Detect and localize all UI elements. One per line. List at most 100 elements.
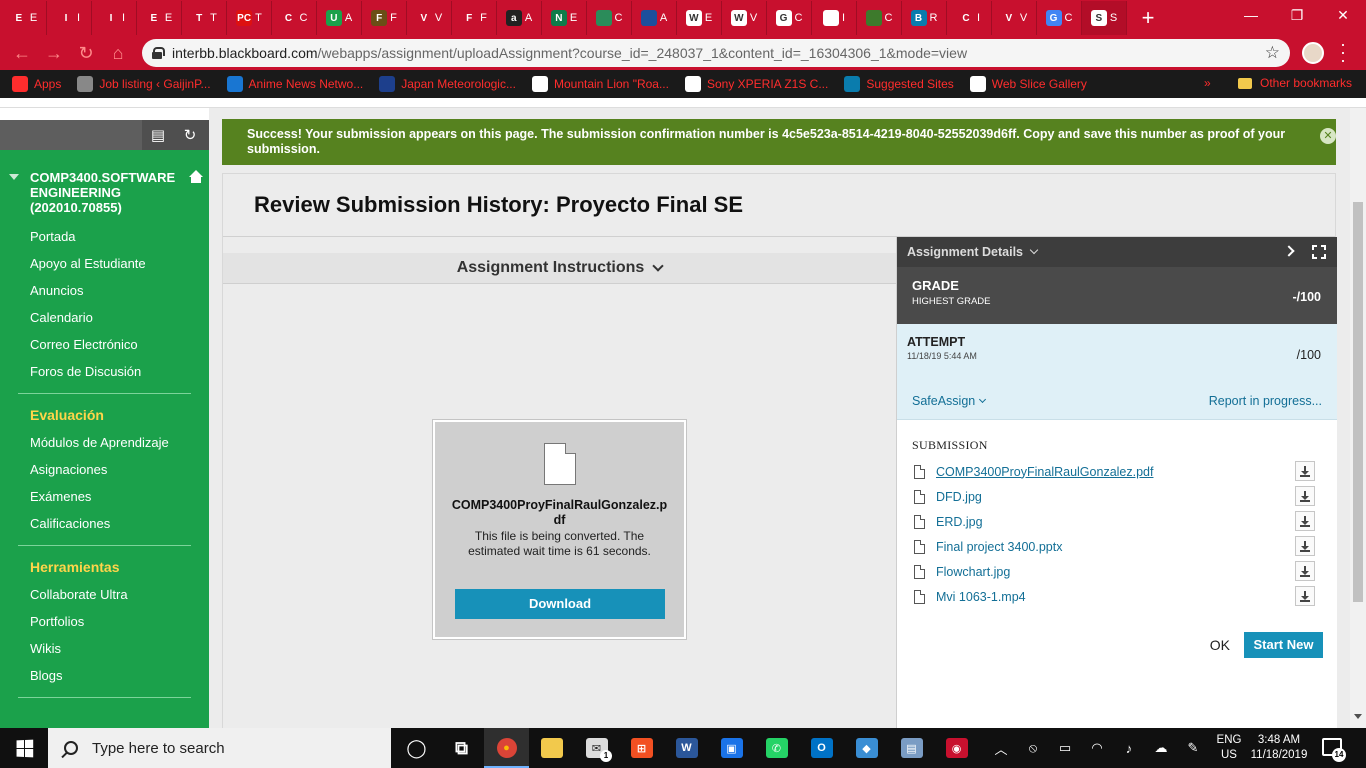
browser-tab[interactable]: II (47, 1, 92, 35)
new-tab-button[interactable]: + (1133, 3, 1163, 33)
submission-file-link[interactable]: DFD.jpg (936, 490, 982, 504)
taskbar-app-button[interactable]: ◆ (844, 728, 889, 768)
sidebar-menu-item[interactable]: Anuncios (0, 277, 209, 304)
chrome-menu-icon[interactable]: · · · (1340, 35, 1346, 69)
restore-button[interactable]: ❐ (1274, 0, 1320, 30)
report-status-link[interactable]: Report in progress... (1209, 394, 1322, 408)
browser-tab[interactable]: NE (542, 1, 587, 35)
start-button[interactable] (0, 728, 48, 768)
taskbar-app-button[interactable]: ⧉ (439, 728, 484, 768)
bookmark-item[interactable]: Sony XPERIA Z1S C... (684, 76, 828, 92)
browser-tab[interactable]: GC (767, 1, 812, 35)
browser-tab[interactable]: VV (992, 1, 1037, 35)
course-title-block[interactable]: COMP3400.SOFTWARE ENGINEERING (202010.70… (0, 150, 209, 215)
bookmark-item[interactable]: Mountain Lion "Roa... (531, 76, 669, 92)
section-heading-evaluacion[interactable]: Evaluación (0, 402, 209, 429)
file-download-button[interactable] (1295, 536, 1315, 556)
browser-tab[interactable]: SS (1082, 1, 1127, 35)
expand-icon[interactable] (1312, 245, 1326, 259)
browser-tab[interactable]: FF (452, 1, 497, 35)
folder-view-icon[interactable]: ▤ (142, 120, 174, 150)
taskbar-app-button[interactable]: ▤ (889, 728, 934, 768)
sidebar-menu-item[interactable]: Wikis (0, 635, 209, 662)
browser-tab[interactable]: GC (1037, 1, 1082, 35)
forward-icon[interactable]: → (38, 38, 70, 68)
browser-tab[interactable]: aA (497, 1, 542, 35)
browser-tab[interactable]: TT (182, 1, 227, 35)
back-icon[interactable]: ← (6, 38, 38, 68)
submission-file-link[interactable]: Flowchart.jpg (936, 565, 1010, 579)
bookmark-item[interactable]: Japan Meteorologic... (379, 76, 516, 92)
network-off-icon[interactable]: ⦸ (1017, 740, 1049, 756)
taskbar-app-button[interactable] (529, 728, 574, 768)
file-download-button[interactable] (1295, 461, 1315, 481)
bookmark-item[interactable]: Anime News Netwo... (226, 76, 363, 92)
sidebar-menu-item[interactable]: Portada (0, 223, 209, 250)
sidebar-menu-item[interactable]: Exámenes (0, 483, 209, 510)
browser-tab[interactable]: UA (317, 1, 362, 35)
sidebar-menu-item[interactable]: Foros de Discusión (0, 358, 209, 385)
browser-tab[interactable]: WE (677, 1, 722, 35)
file-download-button[interactable] (1295, 511, 1315, 531)
sidebar-menu-item[interactable]: Asignaciones (0, 456, 209, 483)
bookmarks-overflow-button[interactable]: » (1204, 76, 1211, 90)
browser-tab[interactable]: WV (722, 1, 767, 35)
safeassign-toggle[interactable]: SafeAssign (912, 394, 987, 408)
pen-icon[interactable]: ✎ (1177, 740, 1209, 756)
sidebar-menu-item[interactable]: Collaborate Ultra (0, 581, 209, 608)
browser-tab[interactable]: CI (947, 1, 992, 35)
show-hidden-icons-icon[interactable]: ︿ (985, 739, 1017, 758)
submission-file-link[interactable]: ERD.jpg (936, 515, 983, 529)
wifi-icon[interactable]: ◠ (1081, 740, 1113, 756)
refresh-icon[interactable]: ↻ (174, 120, 206, 150)
collapse-caret-icon[interactable] (9, 174, 19, 180)
taskbar-app-button[interactable]: ◯ (394, 728, 439, 768)
assignment-details-header[interactable]: Assignment Details (897, 237, 1337, 267)
browser-tab[interactable]: VV (407, 1, 452, 35)
minimize-button[interactable]: — (1228, 0, 1274, 30)
browser-tab[interactable]: A (632, 1, 677, 35)
submission-file-link[interactable]: Final project 3400.pptx (936, 540, 1062, 554)
taskbar-app-button[interactable]: W (664, 728, 709, 768)
browser-tab[interactable]: I (812, 1, 857, 35)
volume-icon[interactable]: ♪ (1113, 741, 1145, 756)
taskbar-app-button[interactable]: ✆ (754, 728, 799, 768)
browser-tab[interactable]: II (92, 1, 137, 35)
browser-tab[interactable]: FF (362, 1, 407, 35)
close-banner-icon[interactable]: ✕ (1320, 128, 1336, 144)
sidebar-menu-item[interactable]: Calendario (0, 304, 209, 331)
taskbar-app-button[interactable]: ◉ (934, 728, 979, 768)
submission-file-link[interactable]: Mvi 1063-1.mp4 (936, 590, 1026, 604)
file-download-button[interactable] (1295, 586, 1315, 606)
bookmark-item[interactable]: Apps (12, 76, 61, 92)
download-button[interactable]: Download (455, 589, 665, 619)
browser-tab[interactable]: EE (137, 1, 182, 35)
profile-avatar[interactable] (1302, 42, 1324, 64)
browser-tab[interactable]: C (587, 1, 632, 35)
battery-icon[interactable]: ▭ (1049, 740, 1081, 756)
scroll-down-arrow-icon[interactable] (1354, 714, 1362, 719)
sidebar-search-field[interactable] (0, 120, 142, 150)
taskbar-app-button[interactable]: ✉ 1 (574, 728, 619, 768)
browser-tab[interactable]: C (857, 1, 902, 35)
sidebar-menu-item[interactable]: Módulos de Aprendizaje (0, 429, 209, 456)
taskbar-app-button[interactable]: ⊞ (619, 728, 664, 768)
taskbar-app-button[interactable]: ▣ (709, 728, 754, 768)
page-scrollbar[interactable] (1350, 108, 1366, 728)
sidebar-menu-item[interactable]: Blogs (0, 662, 209, 689)
bookmark-item[interactable]: Suggested Sites (844, 76, 954, 92)
taskbar-search-box[interactable]: Type here to search (48, 728, 391, 768)
browser-tab[interactable]: CC (272, 1, 317, 35)
close-window-button[interactable]: ✕ (1320, 0, 1366, 30)
sidebar-menu-item[interactable]: Portfolios (0, 608, 209, 635)
language-indicator[interactable]: ENG US (1214, 733, 1244, 763)
assignment-instructions-toggle[interactable]: Assignment Instructions (223, 253, 896, 284)
home-button-icon[interactable]: ⌂ (102, 38, 134, 68)
taskbar-app-button[interactable]: O (799, 728, 844, 768)
address-bar[interactable]: interbb.blackboard.com/webapps/assignmen… (142, 39, 1290, 67)
taskbar-app-button[interactable]: ● (484, 728, 529, 768)
ok-button[interactable]: OK (1210, 637, 1230, 653)
file-download-button[interactable] (1295, 561, 1315, 581)
cloud-icon[interactable]: ☁ (1145, 740, 1177, 756)
bookmark-item[interactable]: Web Slice Gallery (969, 76, 1087, 92)
